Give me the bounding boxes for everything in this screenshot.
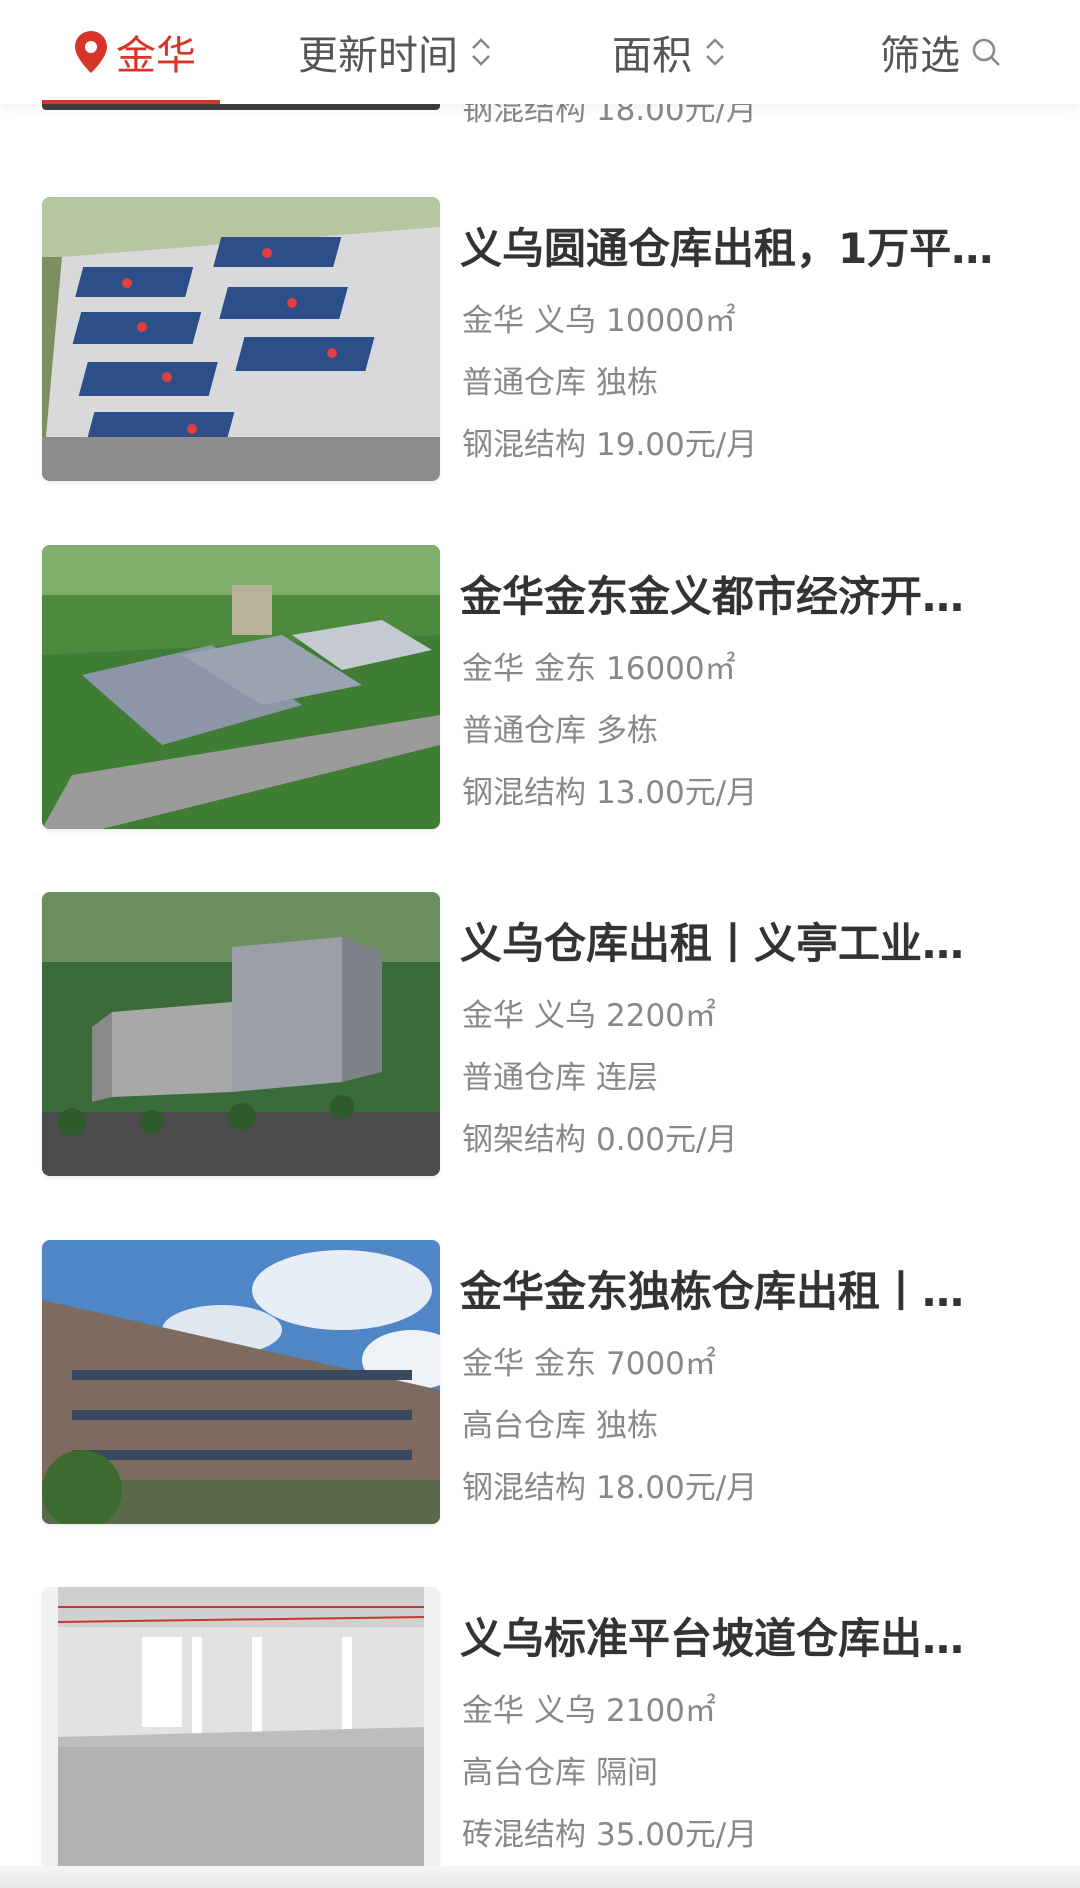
filter-bar: 金华 更新时间 面积 筛选 <box>0 0 1080 104</box>
listing-city: 金华 <box>462 303 524 339</box>
listing-price: 35.00元/月 <box>596 1817 758 1853</box>
listing-structure: 砖混结构 <box>462 1817 586 1853</box>
listing-item[interactable]: 义乌标准平台坡道仓库出… 金华 义乌 2100㎡ 高台仓库 隔间 砖混结构 35.00元… <box>0 1587 1080 1887</box>
listing-building-type: 隔间 <box>596 1755 658 1791</box>
listing-city: 金华 <box>462 1693 524 1729</box>
listing-city: 金华 <box>462 651 524 687</box>
listing-warehouse-type: 高台仓库 <box>462 1408 586 1444</box>
listing-warehouse-type: 普通仓库 <box>462 365 586 401</box>
listing-image[interactable] <box>42 1240 440 1524</box>
listing-district: 金东 <box>534 651 596 687</box>
listing-location: 金华 义乌 10000㎡ <box>462 295 736 340</box>
listing-building-type: 连层 <box>596 1060 658 1096</box>
listing-location: 金华 金东 7000㎡ <box>462 1338 716 1383</box>
listing-location: 金华 义乌 2100㎡ <box>462 1685 716 1730</box>
listing-district: 义乌 <box>534 998 596 1034</box>
listing-building-type: 独栋 <box>596 1408 658 1444</box>
listing-image[interactable] <box>42 545 440 829</box>
active-tab-underline <box>42 100 220 104</box>
sort-icon <box>472 38 490 66</box>
listing-structure: 钢混结构 <box>462 775 586 811</box>
location-filter[interactable]: 金华 <box>72 0 196 104</box>
listing-warehouse-type: 高台仓库 <box>462 1755 586 1791</box>
listing-area: 16000㎡ <box>606 651 736 687</box>
listing-area: 7000㎡ <box>606 1346 716 1382</box>
listing-building-type: 独栋 <box>596 365 658 401</box>
bottom-edge <box>0 1866 1080 1888</box>
listing-price: 13.00元/月 <box>596 775 758 811</box>
listing-district: 金东 <box>534 1346 596 1382</box>
filter-label: 筛选 <box>880 33 960 79</box>
listing-price-line: 钢混结构 18.00元/月 <box>462 1462 757 1507</box>
listing-building-type: 多栋 <box>596 713 658 749</box>
listing-type: 高台仓库 独栋 <box>462 1400 658 1445</box>
sort-update-time[interactable]: 更新时间 <box>298 0 494 104</box>
listing-item[interactable]: 金华金东独栋仓库出租丨… 金华 金东 7000㎡ 高台仓库 独栋 钢混结构 18.00元… <box>0 1240 1080 1540</box>
listing-district: 义乌 <box>534 303 596 339</box>
listing-price: 18.00元/月 <box>596 1470 758 1506</box>
sort-icon <box>706 38 724 66</box>
listing-type: 普通仓库 独栋 <box>462 357 658 402</box>
listing-price: 19.00元/月 <box>596 427 758 463</box>
listing-warehouse-type: 普通仓库 <box>462 1060 586 1096</box>
listing-item[interactable]: 义乌仓库出租丨义亭工业… 金华 义乌 2200㎡ 普通仓库 连层 钢架结构 0.00元/… <box>0 892 1080 1192</box>
listing-price-line: 钢混结构 19.00元/月 <box>462 419 757 464</box>
location-filter-label: 金华 <box>116 33 196 79</box>
listing-item[interactable]: 金华金东金义都市经济开… 金华 金东 16000㎡ 普通仓库 多栋 钢混结构 13.00… <box>0 545 1080 845</box>
listing-structure: 钢混结构 <box>462 1470 586 1506</box>
sort-update-time-label: 更新时间 <box>298 33 458 79</box>
listing-item[interactable]: 义乌圆通仓库出租，1万平… 金华 义乌 10000㎡ 普通仓库 独栋 钢混结构 19.0… <box>0 197 1080 497</box>
listing-warehouse-type: 普通仓库 <box>462 713 586 749</box>
listing-area: 2100㎡ <box>606 1693 716 1729</box>
listing-price-line: 钢混结构 13.00元/月 <box>462 767 757 812</box>
sort-area-label: 面积 <box>612 33 692 79</box>
listing-location: 金华 金东 16000㎡ <box>462 643 736 688</box>
listing-area: 10000㎡ <box>606 303 736 339</box>
listing-area: 2200㎡ <box>606 998 716 1034</box>
listing-title[interactable]: 金华金东金义都市经济开… <box>460 563 1030 624</box>
sort-area[interactable]: 面积 <box>612 0 728 104</box>
listing-image[interactable] <box>42 892 440 1176</box>
listing-district: 义乌 <box>534 1693 596 1729</box>
listing-price: 0.00元/月 <box>596 1122 738 1158</box>
listing-image[interactable] <box>42 1587 440 1871</box>
listing-structure: 钢架结构 <box>462 1122 586 1158</box>
listing-title[interactable]: 义乌标准平台坡道仓库出… <box>460 1605 1030 1666</box>
search-icon <box>972 38 1000 66</box>
listing-type: 普通仓库 连层 <box>462 1052 658 1097</box>
listing-type: 普通仓库 多栋 <box>462 705 658 750</box>
listing-title[interactable]: 义乌仓库出租丨义亭工业… <box>460 910 1030 971</box>
listing-type: 高台仓库 隔间 <box>462 1747 658 1792</box>
listing-title[interactable]: 金华金东独栋仓库出租丨… <box>460 1258 1030 1319</box>
listing-title[interactable]: 义乌圆通仓库出租，1万平… <box>460 215 1030 276</box>
listing-image[interactable] <box>42 197 440 481</box>
listing-city: 金华 <box>462 1346 524 1382</box>
location-pin-icon <box>75 31 107 73</box>
listing-price-line: 砖混结构 35.00元/月 <box>462 1809 757 1854</box>
listing-city: 金华 <box>462 998 524 1034</box>
listing-structure: 钢混结构 <box>462 427 586 463</box>
filter-button[interactable]: 筛选 <box>880 0 1002 104</box>
listing-price-line: 钢架结构 0.00元/月 <box>462 1114 737 1159</box>
listing-location: 金华 义乌 2200㎡ <box>462 990 716 1035</box>
